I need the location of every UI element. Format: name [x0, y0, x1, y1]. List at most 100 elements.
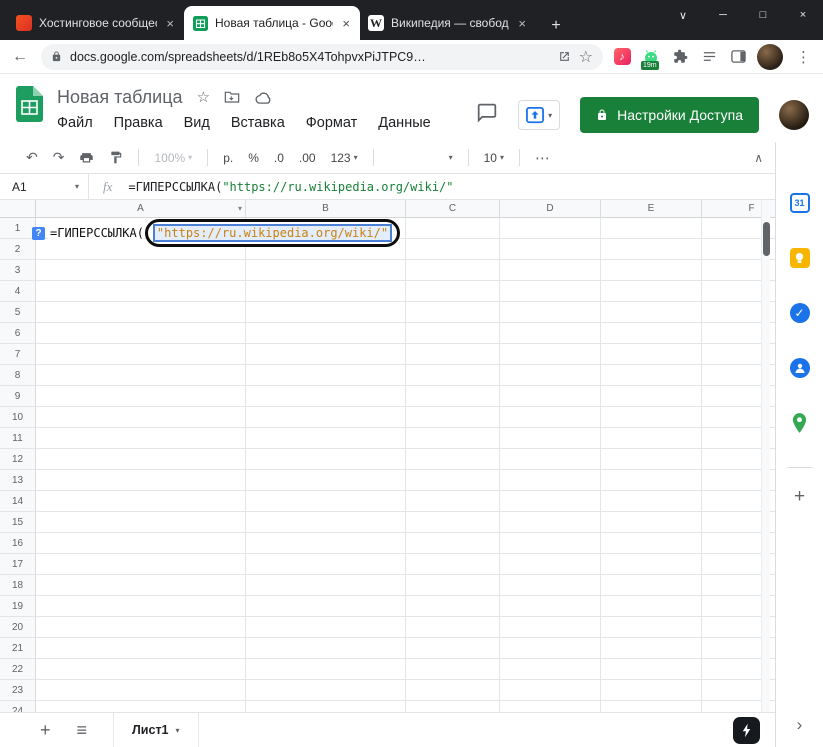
row-header-21[interactable]: 21: [0, 638, 36, 659]
cell-E17[interactable]: [601, 554, 702, 575]
row-header-17[interactable]: 17: [0, 554, 36, 575]
column-header-C[interactable]: C: [406, 200, 500, 218]
row-header-14[interactable]: 14: [0, 491, 36, 512]
tab-close-icon[interactable]: ×: [164, 16, 176, 31]
cell-C9[interactable]: [406, 386, 500, 407]
cell-C23[interactable]: [406, 680, 500, 701]
row-header-2[interactable]: 2: [0, 239, 36, 260]
menu-insert[interactable]: Вставка: [231, 115, 285, 131]
cell-E5[interactable]: [601, 302, 702, 323]
cell-B4[interactable]: [246, 281, 406, 302]
row-header-20[interactable]: 20: [0, 617, 36, 638]
row-header-23[interactable]: 23: [0, 680, 36, 701]
cell-A6[interactable]: [36, 323, 246, 344]
cell-D10[interactable]: [500, 407, 601, 428]
cell-D15[interactable]: [500, 512, 601, 533]
share-button[interactable]: Настройки Доступа: [580, 97, 759, 133]
cell-A3[interactable]: [36, 260, 246, 281]
row-header-24[interactable]: 24: [0, 701, 36, 712]
cell-A17[interactable]: [36, 554, 246, 575]
cell-D4[interactable]: [500, 281, 601, 302]
cell-C18[interactable]: [406, 575, 500, 596]
move-folder-icon[interactable]: [224, 90, 240, 104]
url-text[interactable]: docs.google.com/spreadsheets/d/1REb8o5X4…: [70, 50, 550, 64]
row-header-7[interactable]: 7: [0, 344, 36, 365]
extensions-puzzle-icon[interactable]: [670, 46, 690, 68]
cell-C21[interactable]: [406, 638, 500, 659]
contacts-icon[interactable]: [789, 357, 811, 379]
minimize-icon[interactable]: ─: [703, 0, 743, 30]
font-family-dropdown[interactable]: ▾: [389, 153, 453, 162]
undo-icon[interactable]: ↶: [26, 149, 38, 166]
cell-C11[interactable]: [406, 428, 500, 449]
row-header-11[interactable]: 11: [0, 428, 36, 449]
cell-B23[interactable]: [246, 680, 406, 701]
cell-D14[interactable]: [500, 491, 601, 512]
cell-D19[interactable]: [500, 596, 601, 617]
row-header-5[interactable]: 5: [0, 302, 36, 323]
sheets-logo-icon[interactable]: [16, 86, 43, 142]
select-all-corner[interactable]: [0, 200, 36, 218]
back-icon[interactable]: ←: [8, 48, 32, 66]
cell-E9[interactable]: [601, 386, 702, 407]
cell-D9[interactable]: [500, 386, 601, 407]
tab-list-icon[interactable]: [699, 46, 719, 68]
address-bar[interactable]: docs.google.com/spreadsheets/d/1REb8o5X4…: [41, 44, 603, 70]
cell-E11[interactable]: [601, 428, 702, 449]
cell-C8[interactable]: [406, 365, 500, 386]
menu-file[interactable]: Файл: [57, 115, 93, 131]
tab-hosting[interactable]: Хостинговое сообщес ×: [8, 6, 184, 40]
tasks-icon[interactable]: ✓: [789, 302, 811, 324]
cell-E8[interactable]: [601, 365, 702, 386]
floating-action-button[interactable]: [733, 717, 760, 744]
column-header-E[interactable]: E: [601, 200, 702, 218]
column-header-A[interactable]: A▾: [36, 200, 246, 218]
column-header-B[interactable]: B: [246, 200, 406, 218]
menu-view[interactable]: Вид: [184, 115, 210, 131]
browser-profile-avatar[interactable]: [757, 44, 783, 70]
cell-E24[interactable]: [601, 701, 702, 712]
cell-C2[interactable]: [406, 239, 500, 260]
cell-C6[interactable]: [406, 323, 500, 344]
window-menu-icon[interactable]: ∨: [663, 0, 703, 30]
currency-format-button[interactable]: р.: [223, 151, 233, 165]
cell-B21[interactable]: [246, 638, 406, 659]
tab-close-icon[interactable]: ×: [516, 16, 528, 31]
cell-C15[interactable]: [406, 512, 500, 533]
menu-format[interactable]: Формат: [306, 115, 358, 131]
cell-D3[interactable]: [500, 260, 601, 281]
cell-E10[interactable]: [601, 407, 702, 428]
row-header-1[interactable]: 1: [0, 218, 36, 239]
vertical-scrollbar[interactable]: [761, 200, 770, 712]
cell-C13[interactable]: [406, 470, 500, 491]
cell-D24[interactable]: [500, 701, 601, 712]
cell-D2[interactable]: [500, 239, 601, 260]
sheet-tab-list1[interactable]: Лист1 ▾: [113, 713, 199, 747]
cell-D23[interactable]: [500, 680, 601, 701]
cell-B18[interactable]: [246, 575, 406, 596]
increase-decimal-button[interactable]: .00: [299, 151, 316, 165]
cell-D1[interactable]: [500, 218, 601, 239]
cell-E21[interactable]: [601, 638, 702, 659]
android-extension-icon[interactable]: 19m: [641, 46, 661, 68]
maps-icon[interactable]: [789, 412, 811, 434]
cell-editor[interactable]: ? =ГИПЕРССЫЛКА( "https://ru.wikipedia.or…: [32, 220, 400, 246]
row-header-4[interactable]: 4: [0, 281, 36, 302]
keep-icon[interactable]: [789, 247, 811, 269]
cell-B17[interactable]: [246, 554, 406, 575]
cell-D12[interactable]: [500, 449, 601, 470]
cell-A10[interactable]: [36, 407, 246, 428]
row-header-16[interactable]: 16: [0, 533, 36, 554]
cell-A15[interactable]: [36, 512, 246, 533]
zoom-control[interactable]: 100% ▾: [154, 151, 192, 165]
cell-A8[interactable]: [36, 365, 246, 386]
present-button[interactable]: ▾: [518, 100, 560, 130]
cell-B16[interactable]: [246, 533, 406, 554]
row-header-3[interactable]: 3: [0, 260, 36, 281]
cell-C5[interactable]: [406, 302, 500, 323]
cell-A19[interactable]: [36, 596, 246, 617]
add-sheet-button[interactable]: +: [40, 720, 51, 741]
row-header-10[interactable]: 10: [0, 407, 36, 428]
cell-A13[interactable]: [36, 470, 246, 491]
send-page-icon[interactable]: [558, 50, 571, 63]
